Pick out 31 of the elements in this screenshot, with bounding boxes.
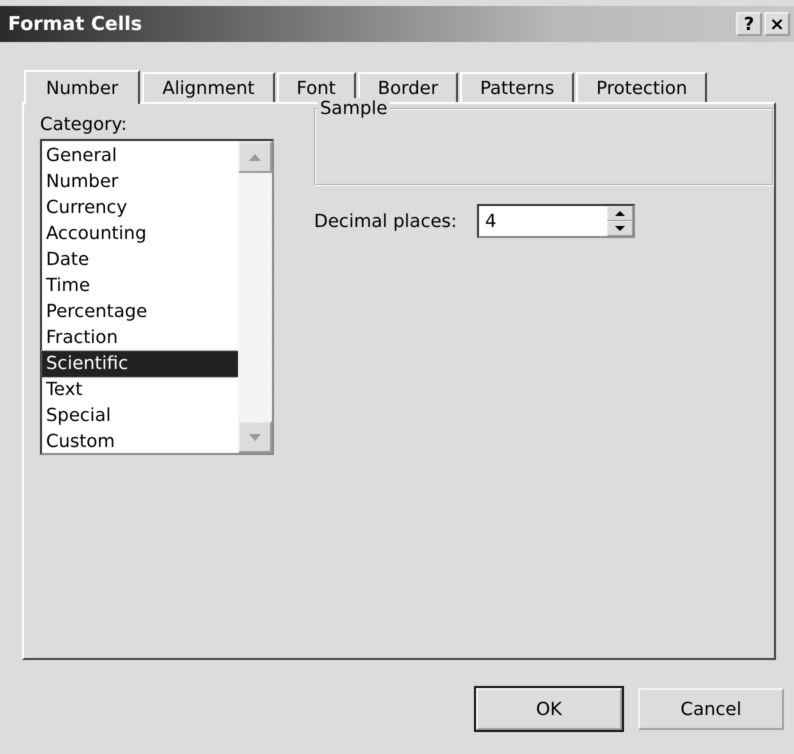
list-item[interactable]: Date [42,247,238,273]
category-label: Category: [40,114,128,135]
list-item[interactable]: Scientific [42,351,238,377]
list-item[interactable]: Special [42,403,238,429]
cancel-button[interactable]: Cancel [638,688,784,730]
category-list[interactable]: General Number Currency Accounting Date Time Percentage Fraction Scientific Text Special Custom [40,139,274,455]
scroll-down-button[interactable] [238,421,272,453]
window-title: Format Cells [8,13,144,35]
close-button[interactable]: × [764,12,790,36]
help-button[interactable]: ? [736,12,762,36]
list-item[interactable]: Percentage [42,299,238,325]
scrollbar[interactable] [238,141,272,453]
decimal-places-label: Decimal places: [314,210,457,232]
tab[interactable]: Protection [576,72,708,102]
list-item[interactable]: Fraction [42,325,238,351]
tab[interactable]: Number [24,70,140,104]
ok-button[interactable]: OK [476,688,622,730]
list-item[interactable]: Time [42,273,238,299]
tab[interactable]: Alignment [142,72,275,102]
list-item[interactable]: Text [42,377,238,403]
sample-label: Sample [318,98,390,119]
list-item[interactable]: Accounting [42,221,238,247]
list-item[interactable]: Number [42,169,238,195]
list-item[interactable]: General [42,143,238,169]
tab[interactable]: Patterns [460,72,574,102]
up-arrow-icon [249,154,261,160]
scroll-up-button[interactable] [238,141,272,173]
list-item[interactable]: Currency [42,195,238,221]
list-item[interactable]: Custom [42,429,238,455]
down-arrow-icon [249,434,261,440]
tab[interactable]: Font [276,72,356,102]
